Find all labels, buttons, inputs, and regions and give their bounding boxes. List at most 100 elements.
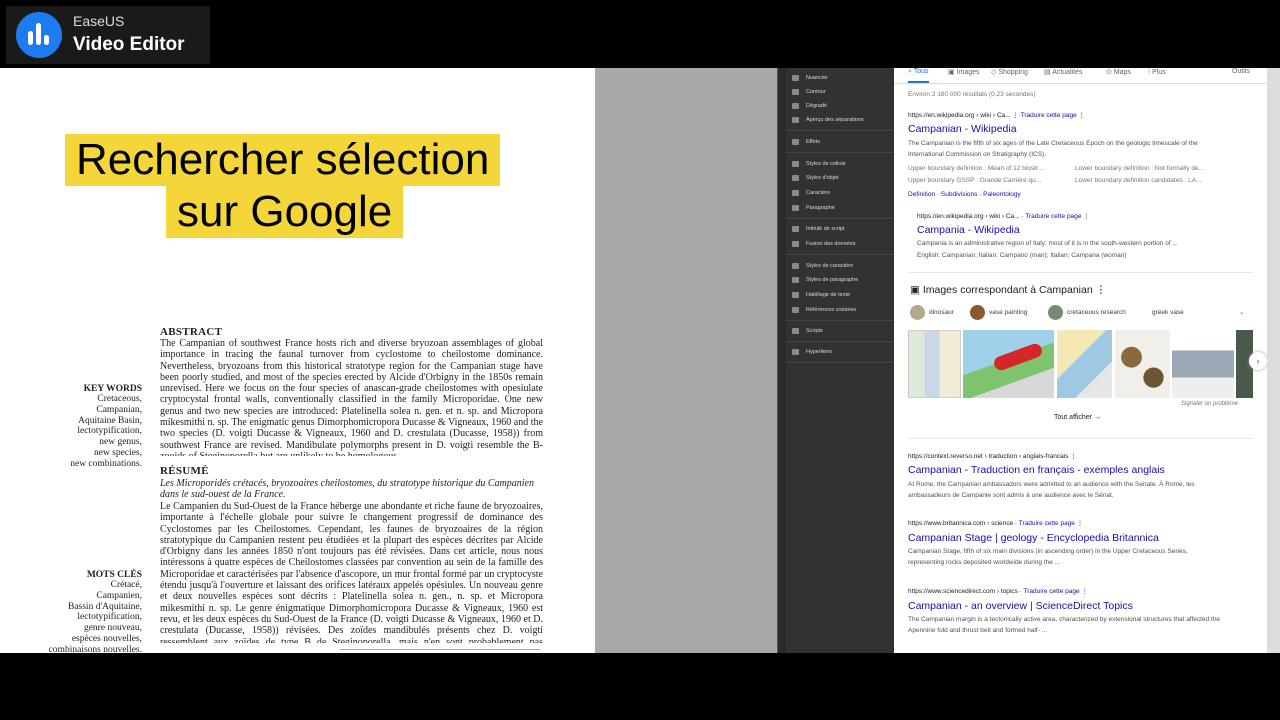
- panel-item-fusion-donnees[interactable]: Fusion des données: [786, 238, 894, 251]
- result-snippet: The Campanian margin is a tectonically a…: [908, 616, 1221, 634]
- tab-plus[interactable]: ⁝ Plus: [1148, 68, 1166, 76]
- script-label-icon: [792, 226, 799, 232]
- result-count: Environ 2 160 000 résultats (0,23 second…: [908, 91, 1036, 98]
- sitelink-paleontology[interactable]: Paleontology: [983, 191, 1021, 198]
- panel-item-hyperliens[interactable]: Hyperliens: [786, 346, 894, 359]
- motscles-heading: MOTS CLÉS: [86, 570, 142, 580]
- browser-scrollbar[interactable]: [1267, 68, 1280, 653]
- panel-item-styles-objet[interactable]: Styles d'objet: [786, 172, 894, 185]
- panel-item-scripts[interactable]: Scripts: [786, 325, 894, 338]
- object-styles-icon: [792, 175, 799, 181]
- panel-item-paragraphe[interactable]: Paragraphe: [786, 202, 894, 215]
- panel-item-degrade[interactable]: Dégradé: [786, 100, 894, 113]
- tools-panel: Nuancier Contour Dégradé Aperçu des sépa…: [786, 68, 894, 653]
- sitelink-definition[interactable]: Definition: [908, 191, 935, 198]
- report-link[interactable]: Signaler un problème: [1181, 401, 1238, 407]
- caption-line-2: sur Google: [166, 186, 404, 238]
- caption-line-1: Rechercher sélection: [65, 134, 501, 186]
- result-source: https://context.reverso.net › traduction…: [908, 453, 1077, 460]
- result-snippet: Campanian Stage, fifth of six main divis…: [908, 548, 1188, 566]
- panel-separator: [786, 362, 894, 363]
- result-title[interactable]: Campanian Stage | geology - Encyclopedia…: [908, 532, 1159, 544]
- char-styles-icon: [792, 263, 799, 269]
- panel-item-styles-caractere[interactable]: Styles de caractère: [786, 260, 894, 273]
- resume-heading: RÉSUMÉ: [160, 465, 209, 477]
- easeus-logo-icon: [16, 12, 62, 58]
- vertical-scrollbar[interactable]: [777, 68, 786, 653]
- image-icon: ▣: [910, 284, 923, 296]
- gradient-icon: [792, 103, 799, 109]
- more-vert-icon[interactable]: ⋮: [1096, 284, 1107, 296]
- map-highlight: [992, 341, 1044, 373]
- translate-link[interactable]: Traduire cette page: [1024, 588, 1080, 595]
- separations-icon: [792, 117, 799, 123]
- result-snippet: The Campanian is the fifth of six ages o…: [908, 140, 1198, 158]
- result-source: https://www.britannica.com › science · T…: [908, 520, 1084, 527]
- swatches-icon: [792, 75, 799, 81]
- chip-thumbnail: [970, 305, 985, 320]
- tab-maps[interactable]: ⊙ Maps: [1106, 68, 1131, 76]
- image-icon: ▣: [948, 69, 957, 76]
- image-thumbnail[interactable]: [1057, 330, 1112, 398]
- result-title[interactable]: Campanian - Traduction en français - exe…: [908, 464, 1165, 476]
- panel-item-intitule-script[interactable]: Intitulé de script: [786, 223, 894, 236]
- result-snippet: Campania is an administrative region of …: [917, 240, 1178, 247]
- image-thumbnail[interactable]: [963, 330, 1054, 398]
- paragraph-icon: [792, 205, 799, 211]
- arrow-right-icon: →: [1093, 414, 1101, 421]
- panel-item-styles-cellule[interactable]: Styles de cellule: [786, 158, 894, 171]
- pasteboard-gutter: [595, 68, 777, 653]
- image-thumbnail[interactable]: [1172, 330, 1234, 398]
- text-wrap-icon: [792, 292, 799, 298]
- app-brand: EaseUS: [73, 13, 125, 29]
- tab-images[interactable]: ▣ Images: [948, 68, 980, 76]
- divider: [908, 272, 1253, 273]
- cell-styles-icon: [792, 161, 799, 167]
- para-styles-icon: [792, 277, 799, 283]
- result-source: https://www.sciencedirect.com › topics ·…: [908, 588, 1088, 595]
- document-page: Rechercher sélection sur Google ABSTRACT…: [0, 68, 595, 653]
- image-thumbnail[interactable]: [908, 330, 961, 398]
- abstract-heading: ABSTRACT: [160, 326, 223, 338]
- translate-link[interactable]: Traduire cette page: [1025, 213, 1081, 220]
- resume-text[interactable]: Le Campanien du Sud-Ouest de la France h…: [160, 501, 543, 643]
- search-tabs: ⌕ Tous ▣ Images ◇ Shopping ▤ Actualités …: [894, 68, 1267, 84]
- scripts-icon: [792, 328, 799, 334]
- panel-separator: [786, 152, 894, 153]
- tab-tous[interactable]: ⌕ Tous: [908, 68, 929, 83]
- app-logo: EaseUS Video Editor: [6, 6, 210, 64]
- google-results: ⌕ Tous ▣ Images ◇ Shopping ▤ Actualités …: [894, 68, 1267, 653]
- translate-link[interactable]: Traduire cette page: [1021, 112, 1077, 119]
- images-heading: ▣ Images correspondant à Campanian ⋮: [910, 284, 1107, 296]
- result-title[interactable]: Campanian - an overview | ScienceDirect …: [908, 600, 1133, 612]
- chevron-down-icon[interactable]: ⌄: [1239, 308, 1244, 316]
- divider: [908, 438, 1253, 439]
- keywords-list: Cretaceous, Campanian, Aquitaine Basin, …: [70, 394, 142, 469]
- image-thumbnail[interactable]: [1115, 330, 1170, 398]
- panel-item-separations[interactable]: Aperçu des séparations: [786, 114, 894, 127]
- chevron-right-icon[interactable]: ›: [1249, 352, 1267, 370]
- abstract-text[interactable]: The Campanian of southwest France hosts …: [160, 338, 543, 456]
- panel-separator: [786, 341, 894, 342]
- translate-link[interactable]: Traduire cette page: [1019, 520, 1075, 527]
- video-frame: EaseUS Video Editor Rechercher sélection…: [0, 0, 1280, 720]
- hyperlink-icon: [792, 349, 799, 355]
- panel-item-references[interactable]: Références croisées: [786, 304, 894, 317]
- panel-item-effets[interactable]: Effets: [786, 136, 894, 149]
- panel-item-styles-paragraphe[interactable]: Styles de paragraphe: [786, 274, 894, 287]
- sitelink-subdivisions[interactable]: Subdivisions: [941, 191, 978, 198]
- show-all-button[interactable]: Tout afficher →: [1054, 414, 1101, 421]
- result-title[interactable]: Campanian - Wikipedia: [908, 123, 1017, 135]
- panel-item-caractere[interactable]: Caractère: [786, 187, 894, 200]
- tab-shopping[interactable]: ◇ Shopping: [991, 68, 1028, 76]
- panel-item-contour[interactable]: Contour: [786, 86, 894, 99]
- chip-thumbnail: [1048, 305, 1063, 320]
- tab-actualites[interactable]: ▤ Actualités: [1044, 68, 1083, 76]
- result-snippet: English: Campanian; Italian: Campano (ma…: [917, 252, 1127, 259]
- stroke-icon: [792, 89, 799, 95]
- sitelinks: Definition · Subdivisions · Paleontology: [908, 191, 1021, 198]
- result-title[interactable]: Campania - Wikipedia: [917, 224, 1020, 236]
- panel-item-nuancier[interactable]: Nuancier: [786, 72, 894, 85]
- panel-item-habillage[interactable]: Habillage de texte: [786, 289, 894, 302]
- tab-outils[interactable]: Outils: [1232, 68, 1250, 75]
